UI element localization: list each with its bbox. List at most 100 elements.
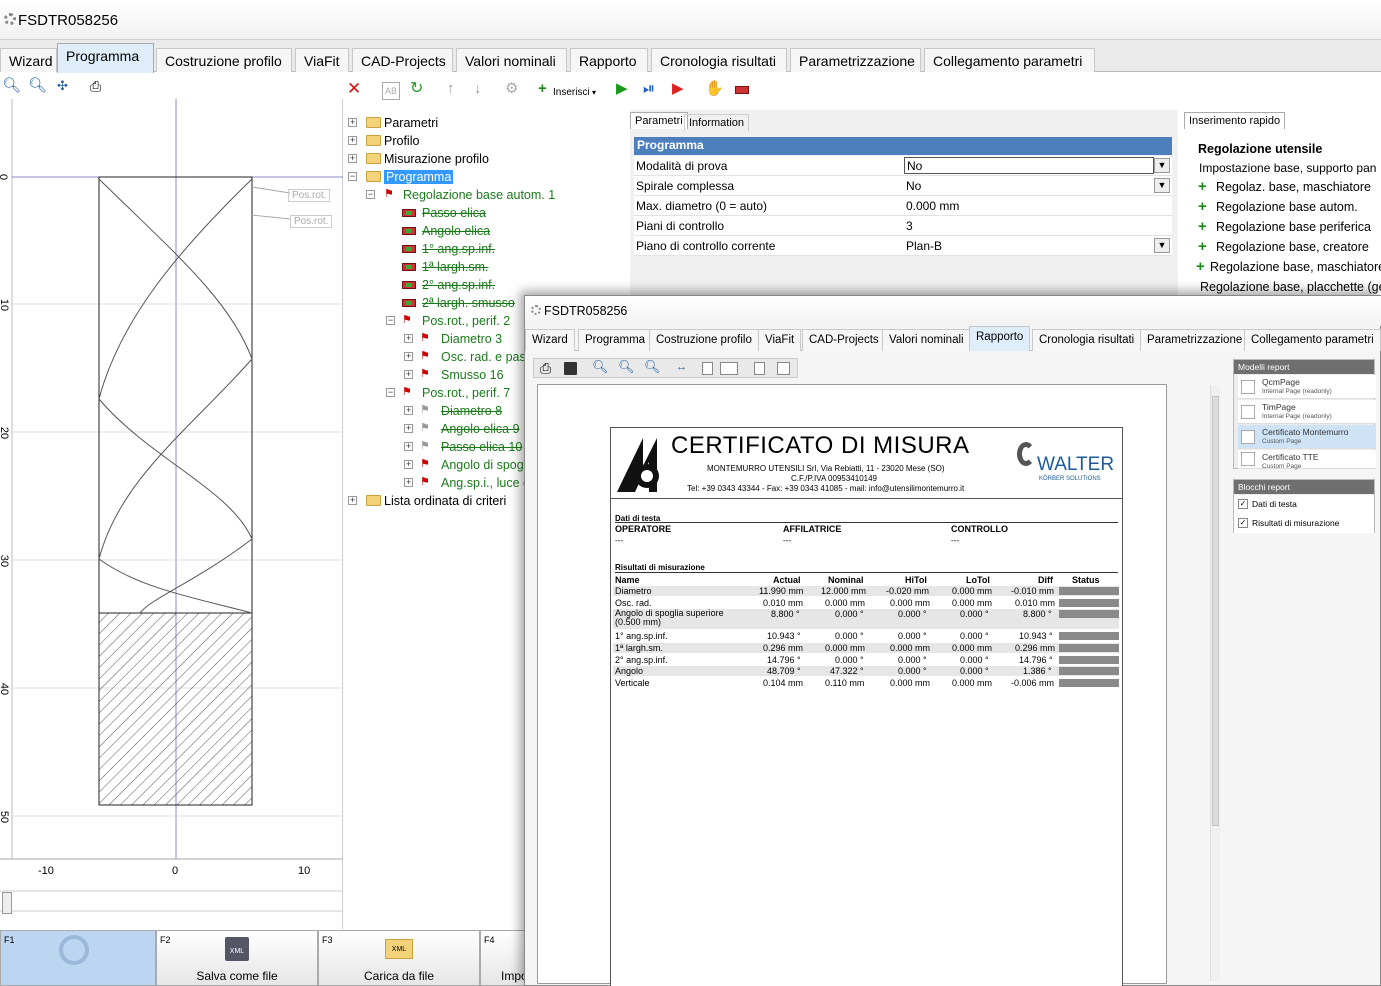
tab-wizard[interactable]: Wizard <box>0 48 57 72</box>
print-icon[interactable]: ⎙ <box>540 360 551 377</box>
expand-icon[interactable]: + <box>348 118 357 127</box>
prop-row[interactable]: Modalità di prova No ▼ <box>634 156 1172 176</box>
prop-row[interactable]: Max. diametro (0 = auto) 0.000 mm <box>634 196 1172 216</box>
insert-dropdown[interactable]: Inserisci <box>553 85 590 101</box>
export-icon[interactable] <box>777 362 790 375</box>
collapse-icon[interactable]: − <box>348 172 357 181</box>
rename-icon[interactable]: AB <box>382 82 401 100</box>
move-up-icon[interactable]: ↑ <box>447 81 455 97</box>
block-item[interactable]: ✓ Dati di testa <box>1234 495 1374 514</box>
preview-scrollbar[interactable] <box>1210 386 1220 981</box>
zoom-in-icon[interactable]: 🔍︎ <box>592 359 609 375</box>
tab-cronologia-risultati[interactable]: Cronologia risultati <box>1032 329 1142 351</box>
zoom-out-icon[interactable]: 🔍︎ <box>618 359 635 375</box>
tab-information[interactable]: Information <box>684 114 750 131</box>
single-page-icon[interactable] <box>702 362 713 375</box>
tab-rapporto[interactable]: Rapporto <box>570 48 648 72</box>
two-page-icon[interactable] <box>720 362 738 375</box>
tab-costruzione-profilo[interactable]: Costruzione profilo <box>649 329 759 351</box>
tab-cronologia-risultati[interactable]: Cronologia risultati <box>651 48 787 72</box>
tab-valori-nominali[interactable]: Valori nominali <box>456 48 567 72</box>
fkey-f4[interactable]: F4 Impo <box>480 930 530 986</box>
tab-costruzione-profilo[interactable]: Costruzione profilo <box>156 48 292 72</box>
tab-valori-nominali[interactable]: Valori nominali <box>882 329 971 351</box>
expand-icon[interactable]: + <box>404 352 413 361</box>
led-icon[interactable] <box>735 86 749 94</box>
tab-viafit[interactable]: ViaFit <box>758 329 802 351</box>
tab-parametri[interactable]: Parametri <box>630 112 688 129</box>
tab-parametrizzazione[interactable]: Parametrizzazione <box>790 48 921 72</box>
expand-icon[interactable]: + <box>348 496 357 505</box>
run-red-icon[interactable]: ▶ <box>672 81 684 97</box>
expand-icon[interactable]: + <box>404 370 413 379</box>
tab-collegamento-parametri[interactable]: Collegamento parametri <box>924 48 1095 72</box>
chevron-down-icon[interactable]: ▼ <box>1154 158 1170 173</box>
quick-subtitle[interactable]: Impostazione base, supporto pan <box>1199 161 1376 175</box>
expand-icon[interactable]: + <box>404 424 413 433</box>
refresh-icon[interactable]: ↻ <box>410 81 423 97</box>
tab-rapporto[interactable]: Rapporto <box>969 326 1031 351</box>
step-icon[interactable]: ⏯ <box>643 81 655 97</box>
prop-value[interactable]: No <box>906 179 921 193</box>
model-checkbox[interactable] <box>1241 405 1255 419</box>
expand-icon[interactable]: + <box>348 136 357 145</box>
model-checkbox[interactable] <box>1241 380 1255 394</box>
prop-value[interactable]: No <box>904 157 1154 174</box>
zoom-in-icon[interactable]: 🔍︎ <box>2 78 21 94</box>
fit-width-icon[interactable]: ↔ <box>676 361 687 373</box>
insert-plus-icon[interactable]: + <box>538 81 547 97</box>
expand-icon[interactable]: + <box>404 460 413 469</box>
tab-parametrizzazione[interactable]: Parametrizzazione <box>1140 329 1250 351</box>
delete-icon[interactable]: ✕ <box>347 80 361 97</box>
collapse-icon[interactable]: − <box>366 190 375 199</box>
move-down-icon[interactable]: ↓ <box>474 81 482 97</box>
tab-collegamento-parametri[interactable]: Collegamento parametri <box>1244 329 1381 351</box>
model-checkbox[interactable] <box>1241 452 1255 466</box>
print-icon[interactable]: ⎙ <box>90 78 101 94</box>
checkbox-checked-icon[interactable]: ✓ <box>1238 499 1248 509</box>
collapse-icon[interactable]: − <box>386 388 395 397</box>
expand-icon[interactable]: + <box>404 478 413 487</box>
model-item-selected[interactable]: Certificato Montemurro Custom Page <box>1238 425 1376 449</box>
model-item[interactable]: TimPage Internal Page (readonly) <box>1238 400 1376 424</box>
model-item[interactable]: Certificato TTE Custom Page <box>1238 450 1376 470</box>
prop-row[interactable]: Piano di controllo corrente Plan-B ▼ <box>634 236 1172 256</box>
model-item[interactable]: QcmPage Internal Page (readonly) <box>1238 375 1376 399</box>
run-icon[interactable]: ▶ <box>616 81 628 97</box>
tab-cad-projects[interactable]: CAD-Projects <box>352 48 453 72</box>
block-item[interactable]: ✓ Risultati di misurazione <box>1234 514 1374 533</box>
prop-row[interactable]: Spirale complessa No ▼ <box>634 176 1172 196</box>
chevron-down-icon[interactable]: ▼ <box>1154 178 1170 193</box>
fkey-f3[interactable]: F3 XML Carica da file <box>318 930 480 986</box>
settings-disabled-icon[interactable]: ⚙ <box>505 81 518 97</box>
page-setup-icon[interactable] <box>754 362 765 375</box>
insert-chevron-down-icon[interactable]: ▾ <box>592 85 596 101</box>
model-checkbox[interactable] <box>1241 430 1255 444</box>
expand-icon[interactable]: + <box>404 442 413 451</box>
fkey-f1[interactable]: F1 <box>0 930 156 986</box>
chevron-down-icon[interactable]: ▼ <box>1154 238 1170 253</box>
hand-icon[interactable]: ✋ <box>705 81 724 97</box>
expand-icon[interactable]: + <box>404 334 413 343</box>
checkbox-checked-icon[interactable]: ✓ <box>1238 518 1248 528</box>
zoom-reset-icon[interactable]: 🔍︎ <box>644 359 661 375</box>
prop-row[interactable]: Piani di controllo 3 <box>634 216 1172 236</box>
prop-value[interactable]: 0.000 mm <box>906 199 959 213</box>
save-icon[interactable] <box>564 362 577 375</box>
prop-value[interactable]: 3 <box>906 219 913 233</box>
scrollbar-thumb[interactable] <box>1212 396 1219 826</box>
tab-viafit[interactable]: ViaFit <box>295 48 349 72</box>
zoom-slider-thumb[interactable] <box>2 892 12 914</box>
tab-wizard[interactable]: Wizard <box>525 329 575 351</box>
tab-programma[interactable]: Programma <box>57 43 154 73</box>
prop-value[interactable]: Plan-B <box>906 239 942 253</box>
tab-cad-projects[interactable]: CAD-Projects <box>802 329 886 351</box>
expand-icon[interactable]: + <box>348 154 357 163</box>
collapse-icon[interactable]: − <box>386 316 395 325</box>
fkey-f2[interactable]: F2 XML Salva come file <box>156 930 318 986</box>
tab-programma[interactable]: Programma <box>578 329 653 351</box>
zoom-out-icon[interactable]: 🔍︎ <box>28 78 47 94</box>
expand-icon[interactable]: + <box>404 406 413 415</box>
fit-view-icon[interactable]: ✣ <box>57 78 68 94</box>
tab-inserimento-rapido[interactable]: Inserimento rapido <box>1184 112 1286 129</box>
